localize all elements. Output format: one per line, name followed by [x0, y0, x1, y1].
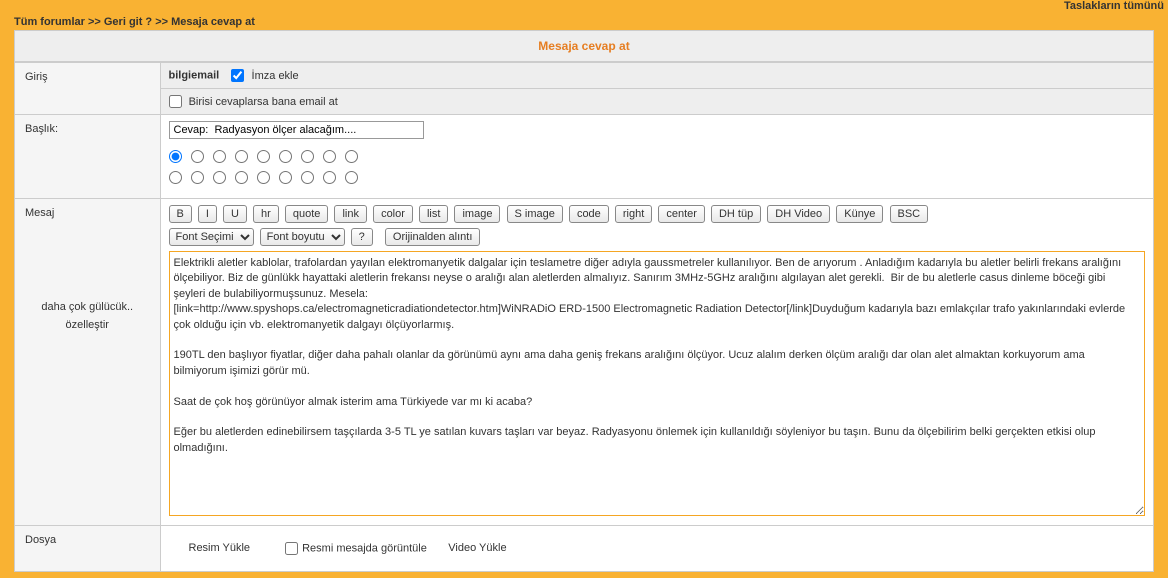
bc-back[interactable]: Geri git ?	[104, 16, 152, 28]
font-select[interactable]: Font Seçimi	[169, 228, 254, 246]
email-notify-label: Birisi cevaplarsa bana email at	[189, 96, 338, 108]
more-smileys-link[interactable]: daha çok gülücük..	[41, 301, 133, 313]
icon-radio-13[interactable]	[235, 171, 248, 184]
simage-button[interactable]: S image	[507, 205, 563, 223]
quote-original-button[interactable]: Orijinalden alıntı	[385, 228, 481, 246]
right-button[interactable]: right	[615, 205, 652, 223]
upload-image-link[interactable]: Resim Yükle	[189, 542, 251, 554]
icon-radio-row-2	[169, 171, 1146, 187]
icon-radio-12[interactable]	[213, 171, 226, 184]
icon-radio-16[interactable]	[301, 171, 314, 184]
upload-video-link[interactable]: Video Yükle	[448, 542, 506, 554]
editor-toolbar-1: B I U hr quote link color list image S i…	[169, 205, 1146, 223]
center-button[interactable]: center	[658, 205, 705, 223]
icon-radio-row-1	[169, 150, 1146, 166]
label-title: Başlık:	[15, 115, 160, 199]
icon-radio-14[interactable]	[257, 171, 270, 184]
icon-radio-18[interactable]	[345, 171, 358, 184]
customize-link[interactable]: özelleştir	[66, 319, 109, 331]
kunye-button[interactable]: Künye	[836, 205, 883, 223]
bold-button[interactable]: B	[169, 205, 192, 223]
underline-button[interactable]: U	[223, 205, 247, 223]
reply-title-input[interactable]	[169, 121, 424, 139]
icon-radio-11[interactable]	[191, 171, 204, 184]
bc-current: Mesaja cevap at	[171, 16, 255, 28]
dhvideo-button[interactable]: DH Video	[767, 205, 830, 223]
hr-button[interactable]: hr	[253, 205, 279, 223]
icon-radio-15[interactable]	[279, 171, 292, 184]
icon-radio-8[interactable]	[323, 150, 336, 163]
add-signature-label: İmza ekle	[252, 70, 299, 82]
link-button[interactable]: link	[334, 205, 367, 223]
icon-radio-6[interactable]	[279, 150, 292, 163]
drafts-link[interactable]: Taslakların tümünü	[1064, 0, 1164, 12]
italic-button[interactable]: I	[198, 205, 217, 223]
icon-radio-17[interactable]	[323, 171, 336, 184]
image-button[interactable]: image	[454, 205, 500, 223]
username: bilgiemail	[169, 69, 220, 81]
bc-all-forums[interactable]: Tüm forumlar	[14, 16, 85, 28]
email-notify-checkbox[interactable]	[169, 95, 182, 108]
editor-toolbar-2: Font Seçimi Font boyutu ? Orijinalden al…	[169, 228, 1146, 246]
label-msg: Mesaj daha çok gülücük.. özelleştir	[15, 199, 160, 526]
list-button[interactable]: list	[419, 205, 448, 223]
message-textarea[interactable]	[169, 251, 1146, 516]
label-login: Giriş	[15, 63, 160, 115]
page-title: Mesaja cevap at	[15, 31, 1153, 62]
icon-radio-10[interactable]	[169, 171, 182, 184]
icon-radio-3[interactable]	[213, 150, 226, 163]
icon-radio-2[interactable]	[191, 150, 204, 163]
font-size-select[interactable]: Font boyutu	[260, 228, 345, 246]
icon-radio-9[interactable]	[345, 150, 358, 163]
quote-button[interactable]: quote	[285, 205, 329, 223]
bsc-button[interactable]: BSC	[890, 205, 929, 223]
color-button[interactable]: color	[373, 205, 413, 223]
help-button[interactable]: ?	[351, 228, 373, 246]
icon-radio-5[interactable]	[257, 150, 270, 163]
breadcrumb: Tüm forumlar >> Geri git ? >> Mesaja cev…	[0, 14, 1168, 30]
code-button[interactable]: code	[569, 205, 609, 223]
add-signature-checkbox[interactable]	[231, 69, 244, 82]
icon-radio-1[interactable]	[169, 150, 182, 163]
dhtup-button[interactable]: DH tüp	[711, 205, 761, 223]
label-file: Dosya	[15, 526, 160, 572]
show-in-msg-checkbox[interactable]	[285, 542, 298, 555]
icon-radio-4[interactable]	[235, 150, 248, 163]
icon-radio-7[interactable]	[301, 150, 314, 163]
show-in-msg-label: Resmi mesajda görüntüle	[302, 542, 427, 554]
